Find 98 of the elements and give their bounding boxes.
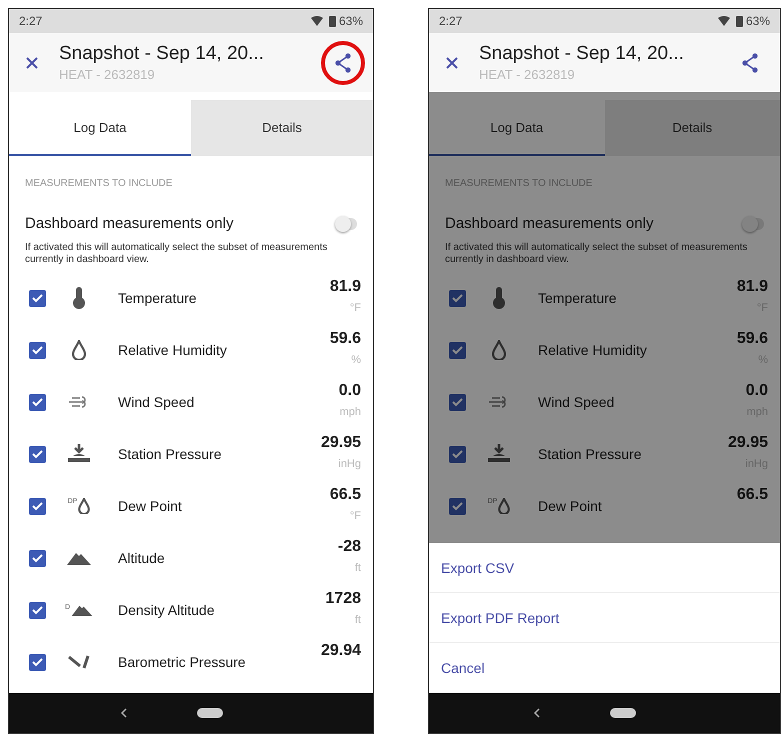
battery-icon [328, 15, 336, 27]
measurement-value: 59.6 [736, 330, 768, 348]
mountain-icon [67, 551, 91, 565]
device-subtitle: HEAT - 2632819 [479, 67, 576, 82]
measurement-unit: ft [354, 562, 361, 574]
measurement-unit: % [351, 354, 361, 366]
measurement-name: Station Pressure [538, 446, 642, 462]
checkbox[interactable] [449, 498, 466, 514]
wifi-icon [310, 16, 323, 26]
battery-percent: 63% [338, 14, 363, 28]
checkmark-icon [32, 606, 43, 614]
measurement-name: Temperature [118, 290, 198, 306]
gauge-needle-icon [68, 654, 90, 670]
measurement-value: 59.6 [330, 330, 361, 348]
battery-icon [736, 15, 743, 27]
measurement-value: 29.95 [320, 434, 361, 452]
drop-icon [492, 340, 506, 360]
measurement-value: -28 [338, 538, 361, 556]
measurement-name: Barometric Pressure [118, 654, 247, 670]
checkbox[interactable] [449, 342, 466, 358]
snapshot-title: Snapshot - Sep 14, 20... [59, 43, 265, 65]
section-label: MEASUREMENTS TO INCLUDE [24, 177, 174, 191]
checkbox[interactable] [29, 290, 46, 306]
checkbox[interactable] [449, 446, 466, 462]
measurement-unit: °F [350, 510, 361, 522]
tab[interactable]: Details [191, 100, 373, 156]
measurement-unit: % [758, 354, 768, 366]
checkbox[interactable] [29, 550, 46, 566]
measurement-unit: inHg [338, 458, 361, 470]
measurement-unit: mph [340, 406, 361, 418]
checkbox[interactable] [29, 602, 46, 618]
checkmark-icon [32, 554, 43, 562]
measurement-name: Density Altitude [118, 602, 216, 618]
close-icon[interactable] [445, 56, 459, 70]
measurement-value: 66.5 [330, 486, 361, 504]
measurement-value: 0.0 [746, 382, 768, 400]
measurement-value: 81.9 [330, 278, 361, 296]
measurement-value: 0.0 [338, 382, 361, 400]
measurement-name: Altitude [118, 550, 166, 566]
measurement-name: Temperature [538, 290, 618, 306]
thermometer-icon [492, 287, 506, 309]
measurement-name: Wind Speed [538, 394, 616, 410]
toggle-switch[interactable] [335, 218, 357, 230]
checkbox[interactable] [29, 342, 46, 358]
toggle-label: Dashboard measurements only [445, 215, 654, 232]
share-icon[interactable] [741, 52, 759, 72]
measurement-unit: °F [350, 302, 361, 314]
toggle-switch[interactable] [742, 218, 764, 230]
measurement-name: Dew Point [538, 498, 603, 514]
checkmark-icon [32, 658, 43, 666]
measurement-value: 29.94 [320, 642, 361, 660]
checkbox[interactable] [29, 498, 46, 514]
checkmark-icon [452, 294, 463, 302]
home-pill-icon[interactable] [196, 708, 222, 718]
checkbox[interactable] [29, 446, 46, 462]
toggle-hint: If activated this will automatically select the subset of measurements currently in dashboard view. [444, 241, 748, 267]
checkmark-icon [32, 502, 43, 510]
checkmark-icon [32, 294, 43, 302]
checkbox[interactable] [449, 394, 466, 410]
section-label: MEASUREMENTS TO INCLUDE [444, 177, 594, 191]
checkmark-icon [452, 502, 463, 510]
checkmark-icon [32, 450, 43, 458]
checkmark-icon [452, 398, 463, 406]
measurement-name: Station Pressure [118, 446, 222, 462]
measurement-name: Dew Point [118, 498, 183, 514]
toggle-hint: If activated this will automatically select the subset of measurements currently in dashboard view. [24, 241, 328, 267]
checkbox[interactable] [29, 394, 46, 410]
measurement-value: 81.9 [736, 278, 768, 296]
close-icon[interactable] [25, 56, 39, 70]
snapshot-title: Snapshot - Sep 14, 20... [479, 43, 685, 65]
device-subtitle: HEAT - 2632819 [59, 67, 156, 82]
pressure-icon [488, 444, 510, 464]
status-time: 2:27 [19, 14, 42, 28]
home-pill-icon[interactable] [610, 708, 636, 718]
measurement-name: Relative Humidity [118, 342, 228, 358]
checkbox[interactable] [29, 654, 46, 670]
back-icon[interactable] [533, 708, 540, 718]
checkmark-icon [452, 450, 463, 458]
checkmark-icon [32, 398, 43, 406]
pressure-icon [68, 444, 90, 464]
wifi-icon [718, 16, 730, 26]
checkbox[interactable] [449, 290, 466, 306]
measurement-name: Relative Humidity [538, 342, 648, 358]
battery-percent: 63% [746, 14, 770, 28]
status-time: 2:27 [439, 14, 462, 28]
toggle-label: Dashboard measurements only [25, 215, 234, 232]
back-icon[interactable] [120, 708, 126, 718]
measurement-unit: ft [354, 614, 361, 626]
checkmark-icon [32, 346, 43, 354]
measurement-value: 66.5 [736, 486, 768, 504]
drop-icon [72, 340, 86, 360]
thermometer-icon [72, 287, 86, 309]
share-icon[interactable] [334, 52, 352, 72]
measurement-value: 1728 [325, 590, 361, 608]
measurement-name: Wind Speed [118, 394, 196, 410]
checkmark-icon [452, 346, 463, 354]
tab[interactable]: Details [604, 100, 780, 156]
measurement-value: 29.95 [728, 434, 768, 452]
